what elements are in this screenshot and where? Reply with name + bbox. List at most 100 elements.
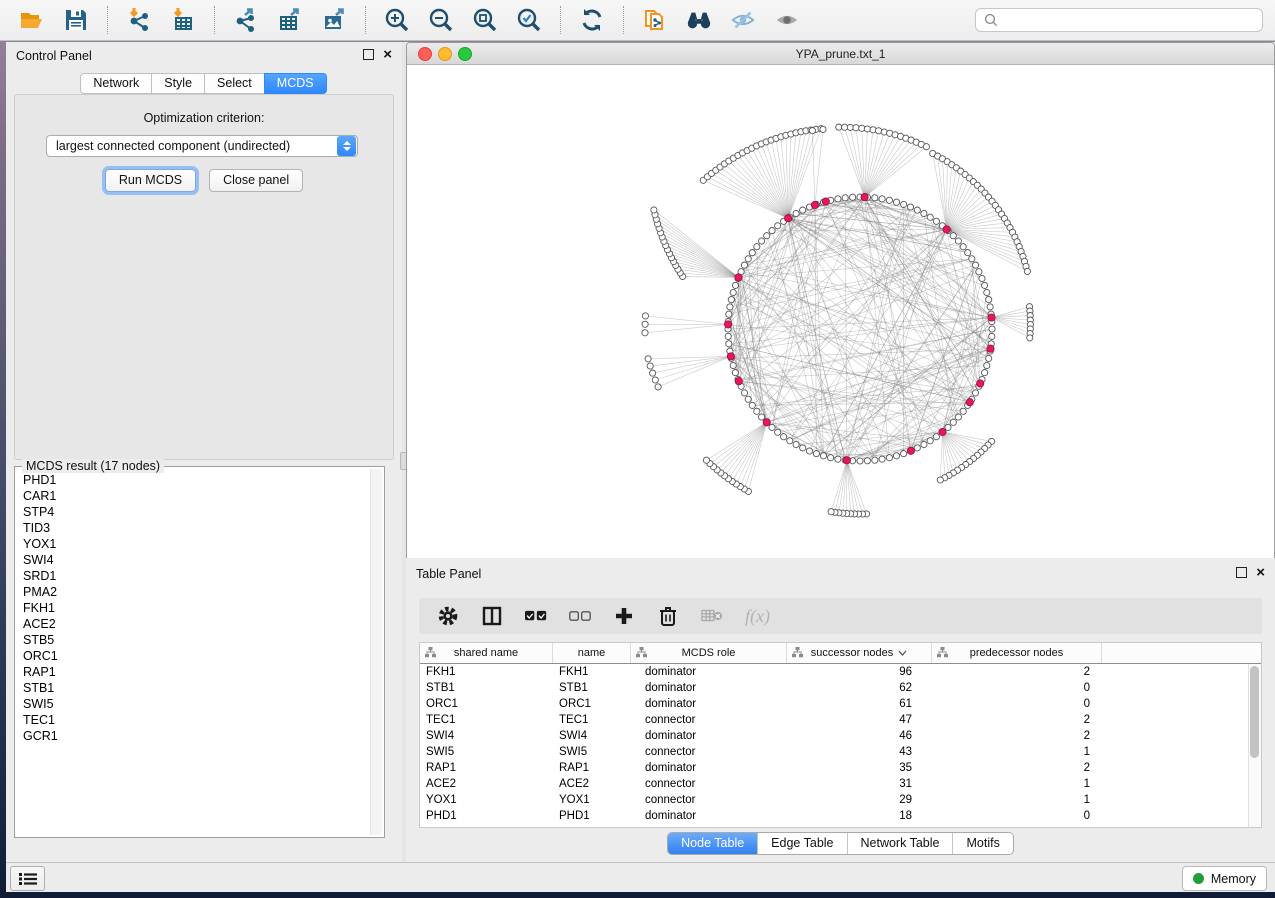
cell-name[interactable]: STB1 bbox=[553, 680, 631, 696]
cell-successor-nodes[interactable]: 47 bbox=[787, 712, 932, 728]
mcds-result-item[interactable]: ORC1 bbox=[17, 648, 370, 664]
tab-network[interactable]: Network bbox=[80, 73, 152, 94]
delete-column-button[interactable] bbox=[657, 605, 679, 627]
mcds-result-item[interactable]: RAP1 bbox=[17, 664, 370, 680]
table-row[interactable]: SWI5SWI5connector431 bbox=[420, 744, 1261, 760]
export-table-button[interactable] bbox=[277, 7, 303, 33]
cell-predecessor-nodes[interactable]: 0 bbox=[932, 808, 1102, 824]
column-header-predecessor-nodes[interactable]: predecessor nodes bbox=[932, 643, 1102, 663]
table-row[interactable]: YOX1YOX1connector291 bbox=[420, 792, 1261, 808]
mcds-result-item[interactable]: TEC1 bbox=[17, 712, 370, 728]
zoom-fit-button[interactable] bbox=[472, 7, 498, 33]
cell-name[interactable]: RAP1 bbox=[553, 760, 631, 776]
table-row[interactable]: STB1STB1dominator620 bbox=[420, 680, 1261, 696]
tab-motifs[interactable]: Motifs bbox=[952, 833, 1012, 854]
cell-MCDS-role[interactable]: dominator bbox=[631, 680, 787, 696]
table-scrollbar[interactable] bbox=[1248, 664, 1261, 827]
control-panel-close-button[interactable]: × bbox=[383, 50, 392, 60]
mcds-result-item[interactable]: PMA2 bbox=[17, 584, 370, 600]
cell-shared-name[interactable]: PHD1 bbox=[420, 808, 553, 824]
mcds-result-item[interactable]: CAR1 bbox=[17, 488, 370, 504]
cell-name[interactable]: PHD1 bbox=[553, 808, 631, 824]
cell-shared-name[interactable]: YOX1 bbox=[420, 792, 553, 808]
cell-shared-name[interactable]: SWI5 bbox=[420, 744, 553, 760]
cell-MCDS-role[interactable]: dominator bbox=[631, 696, 787, 712]
table-row[interactable]: RAP1RAP1dominator352 bbox=[420, 760, 1261, 776]
cell-successor-nodes[interactable]: 61 bbox=[787, 696, 932, 712]
cell-MCDS-role[interactable]: connector bbox=[631, 712, 787, 728]
apply-function-button[interactable]: f(x) bbox=[745, 606, 770, 627]
zoom-selected-button[interactable] bbox=[516, 7, 542, 33]
table-scrollbar-thumb[interactable] bbox=[1250, 666, 1259, 758]
cell-predecessor-nodes[interactable]: 1 bbox=[932, 776, 1102, 792]
cell-successor-nodes[interactable]: 62 bbox=[787, 680, 932, 696]
table-row[interactable]: ORC1ORC1dominator610 bbox=[420, 696, 1261, 712]
cell-name[interactable]: YOX1 bbox=[553, 792, 631, 808]
table-row[interactable]: FKH1FKH1dominator962 bbox=[420, 664, 1261, 680]
global-search[interactable] bbox=[975, 8, 1263, 32]
cell-successor-nodes[interactable]: 31 bbox=[787, 776, 932, 792]
zoom-out-button[interactable] bbox=[428, 7, 454, 33]
mcds-result-item[interactable]: STB5 bbox=[17, 632, 370, 648]
cell-MCDS-role[interactable]: connector bbox=[631, 776, 787, 792]
cell-shared-name[interactable]: FKH1 bbox=[420, 664, 553, 680]
mcds-result-item[interactable]: TID3 bbox=[17, 520, 370, 536]
close-panel-button[interactable]: Close panel bbox=[209, 169, 303, 192]
save-session-button[interactable] bbox=[63, 7, 89, 33]
mcds-result-item[interactable]: STB1 bbox=[17, 680, 370, 696]
cell-successor-nodes[interactable]: 18 bbox=[787, 808, 932, 824]
optimization-criterion-select[interactable]: largest connected component (undirected) bbox=[46, 135, 358, 157]
memory-button[interactable]: Memory bbox=[1182, 866, 1267, 891]
cell-MCDS-role[interactable]: connector bbox=[631, 744, 787, 760]
tab-network-table[interactable]: Network Table bbox=[847, 833, 953, 854]
cell-predecessor-nodes[interactable]: 2 bbox=[932, 664, 1102, 680]
table-settings-button[interactable] bbox=[437, 605, 459, 627]
search-neighbors-button[interactable] bbox=[686, 7, 712, 33]
mcds-result-item[interactable]: SWI4 bbox=[17, 552, 370, 568]
column-header-successor-nodes[interactable]: successor nodes bbox=[787, 643, 932, 663]
export-image-button[interactable] bbox=[321, 7, 347, 33]
show-all-button[interactable] bbox=[774, 7, 800, 33]
cell-MCDS-role[interactable]: dominator bbox=[631, 728, 787, 744]
cell-MCDS-role[interactable]: connector bbox=[631, 792, 787, 808]
cell-shared-name[interactable]: TEC1 bbox=[420, 712, 553, 728]
refresh-view-button[interactable] bbox=[579, 7, 605, 33]
table-panel-float-button[interactable] bbox=[1236, 567, 1247, 578]
cell-successor-nodes[interactable]: 96 bbox=[787, 664, 932, 680]
table-row[interactable]: SWI4SWI4dominator462 bbox=[420, 728, 1261, 744]
cell-name[interactable]: SWI5 bbox=[553, 744, 631, 760]
table-row[interactable]: TEC1TEC1connector472 bbox=[420, 712, 1261, 728]
cell-predecessor-nodes[interactable]: 1 bbox=[932, 792, 1102, 808]
deselect-all-button[interactable] bbox=[569, 605, 591, 627]
hide-selected-button[interactable] bbox=[730, 7, 756, 33]
mcds-result-item[interactable]: SRD1 bbox=[17, 568, 370, 584]
tab-style[interactable]: Style bbox=[151, 73, 205, 94]
import-table-button[interactable] bbox=[170, 7, 196, 33]
window-zoom-traffic-light[interactable] bbox=[458, 47, 472, 61]
window-minimize-traffic-light[interactable] bbox=[438, 47, 452, 61]
search-input[interactable] bbox=[1004, 12, 1254, 28]
cell-shared-name[interactable]: ACE2 bbox=[420, 776, 553, 792]
window-close-traffic-light[interactable] bbox=[418, 47, 432, 61]
cell-predecessor-nodes[interactable]: 0 bbox=[932, 696, 1102, 712]
mcds-result-item[interactable]: SWI5 bbox=[17, 696, 370, 712]
cell-name[interactable]: FKH1 bbox=[553, 664, 631, 680]
cell-name[interactable]: TEC1 bbox=[553, 712, 631, 728]
cell-successor-nodes[interactable]: 35 bbox=[787, 760, 932, 776]
mcds-result-item[interactable]: ACE2 bbox=[17, 616, 370, 632]
network-window-titlebar[interactable]: YPA_prune.txt_1 bbox=[407, 43, 1274, 65]
mcds-result-item[interactable]: YOX1 bbox=[17, 536, 370, 552]
cell-name[interactable]: ACE2 bbox=[553, 776, 631, 792]
cell-MCDS-role[interactable]: dominator bbox=[631, 760, 787, 776]
table-row[interactable]: PHD1PHD1dominator180 bbox=[420, 808, 1261, 824]
add-column-button[interactable] bbox=[613, 605, 635, 627]
delete-table-button[interactable] bbox=[701, 605, 723, 627]
tab-select[interactable]: Select bbox=[204, 73, 265, 94]
select-all-button[interactable] bbox=[525, 605, 547, 627]
cell-name[interactable]: ORC1 bbox=[553, 696, 631, 712]
cell-shared-name[interactable]: RAP1 bbox=[420, 760, 553, 776]
open-file-button[interactable] bbox=[19, 7, 45, 33]
column-header-name[interactable]: name bbox=[553, 643, 631, 663]
mcds-result-item[interactable]: PHD1 bbox=[17, 472, 370, 488]
task-history-button[interactable] bbox=[10, 866, 45, 891]
